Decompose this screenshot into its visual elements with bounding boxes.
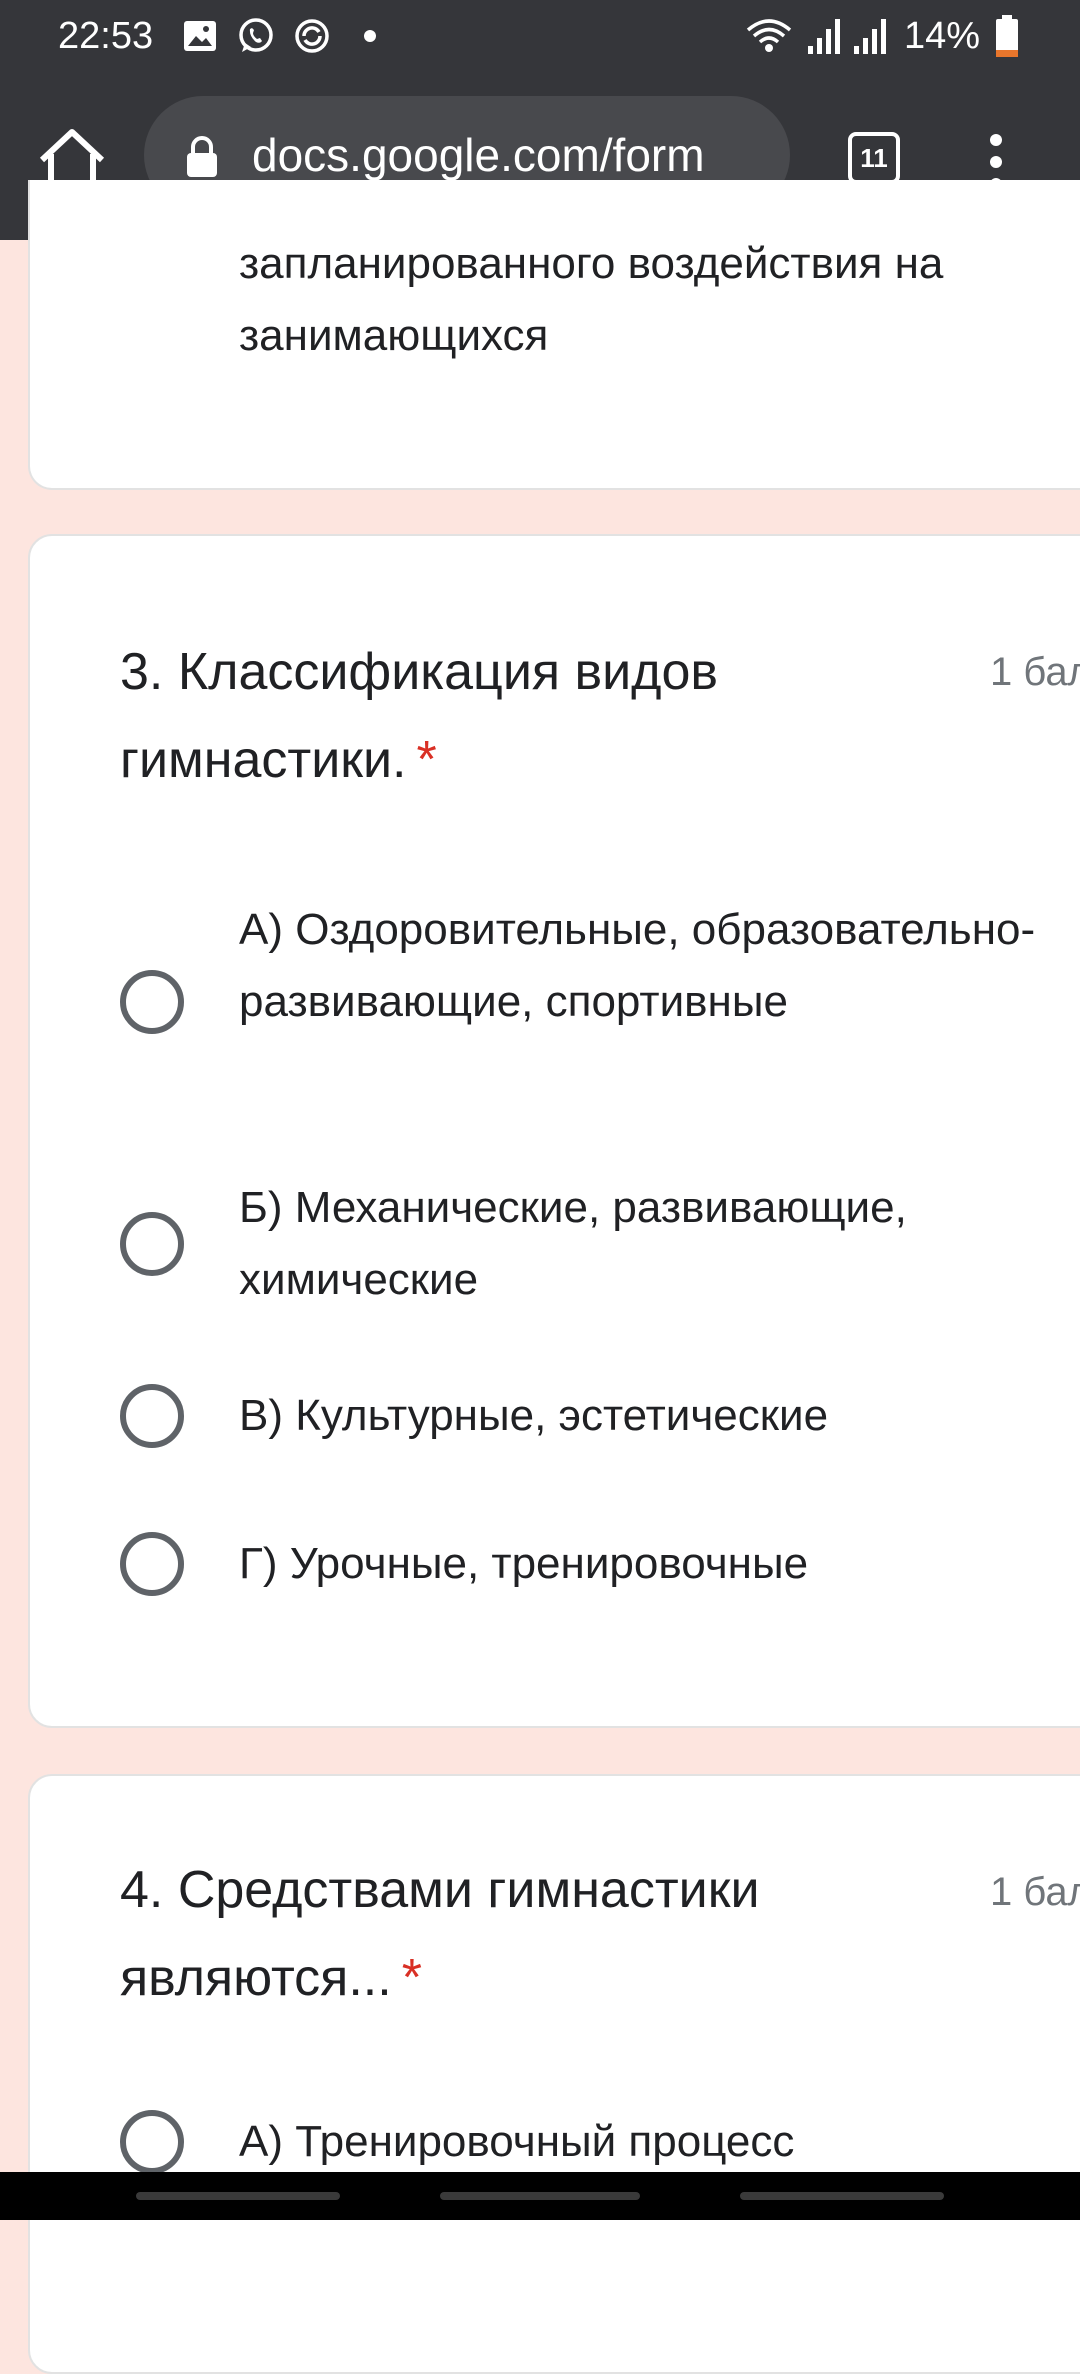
radio-button[interactable] <box>120 1384 184 1448</box>
battery-icon <box>996 15 1018 57</box>
option-a[interactable]: А) Оздоровительные, образовательно-разви… <box>120 894 1080 1110</box>
dot-icon <box>364 30 376 42</box>
sync-icon <box>295 19 329 53</box>
question-4-card: 4. Средствами гимнастики являются... * 1 … <box>28 1774 1080 2374</box>
nav-home-handle[interactable] <box>440 2192 640 2200</box>
radio-button[interactable] <box>120 970 184 1034</box>
tab-switcher-button[interactable]: 11 <box>848 132 900 184</box>
signal-icon <box>854 19 886 54</box>
question-4-title: 4. Средствами гимнастики являются... * <box>120 1846 950 2022</box>
radio-button[interactable] <box>120 1532 184 1596</box>
nav-back-handle[interactable] <box>136 2192 340 2200</box>
whatsapp-icon <box>239 18 273 52</box>
previous-option-label: запланированного воздействия на занимающ… <box>239 239 944 360</box>
question-4-points: 1 балл <box>990 1870 1080 1914</box>
option-label: В) Культурные, эстетические <box>239 1391 829 1440</box>
required-star: * <box>401 1949 422 2007</box>
radio-button[interactable] <box>120 1212 184 1276</box>
wifi-icon <box>746 19 792 52</box>
status-time: 22:53 <box>58 15 154 57</box>
nav-recents-handle[interactable] <box>740 2192 944 2200</box>
question-3-card: 3. Классификация видов гимнастики. * 1 ба… <box>28 534 1080 1728</box>
navigation-bar <box>0 2172 1080 2220</box>
lock-icon <box>187 136 217 177</box>
question-4-title-text: 4. Средствами гимнастики являются... <box>120 1861 760 2007</box>
option-label: Г) Урочные, тренировочные <box>239 1539 809 1588</box>
battery-percent: 14% <box>904 15 981 57</box>
signal-icon <box>808 19 840 54</box>
option-label: А) Оздоровительные, образовательно-разви… <box>239 905 1036 1026</box>
question-3-points: 1 балл <box>990 650 1080 694</box>
radio-button[interactable] <box>120 2110 184 2174</box>
option-label: А) Тренировочный процесс <box>239 2117 795 2166</box>
question-3-title: 3. Классификация видов гимнастики. * <box>120 628 950 804</box>
option-d[interactable]: Г) Урочные, тренировочные <box>120 1528 1080 1600</box>
required-star: * <box>416 731 437 789</box>
option-label: Б) Механические, развивающие, химические <box>239 1183 907 1304</box>
option-c[interactable]: В) Культурные, эстетические <box>120 1380 1080 1452</box>
previous-question-card: запланированного воздействия на занимающ… <box>28 180 1080 490</box>
option-b[interactable]: Б) Механические, развивающие, химические <box>120 1172 1080 1316</box>
option-a[interactable]: А) Тренировочный процесс <box>120 2106 1080 2178</box>
status-bar: 22:53 14% <box>0 0 1080 72</box>
gallery-icon <box>184 21 216 51</box>
